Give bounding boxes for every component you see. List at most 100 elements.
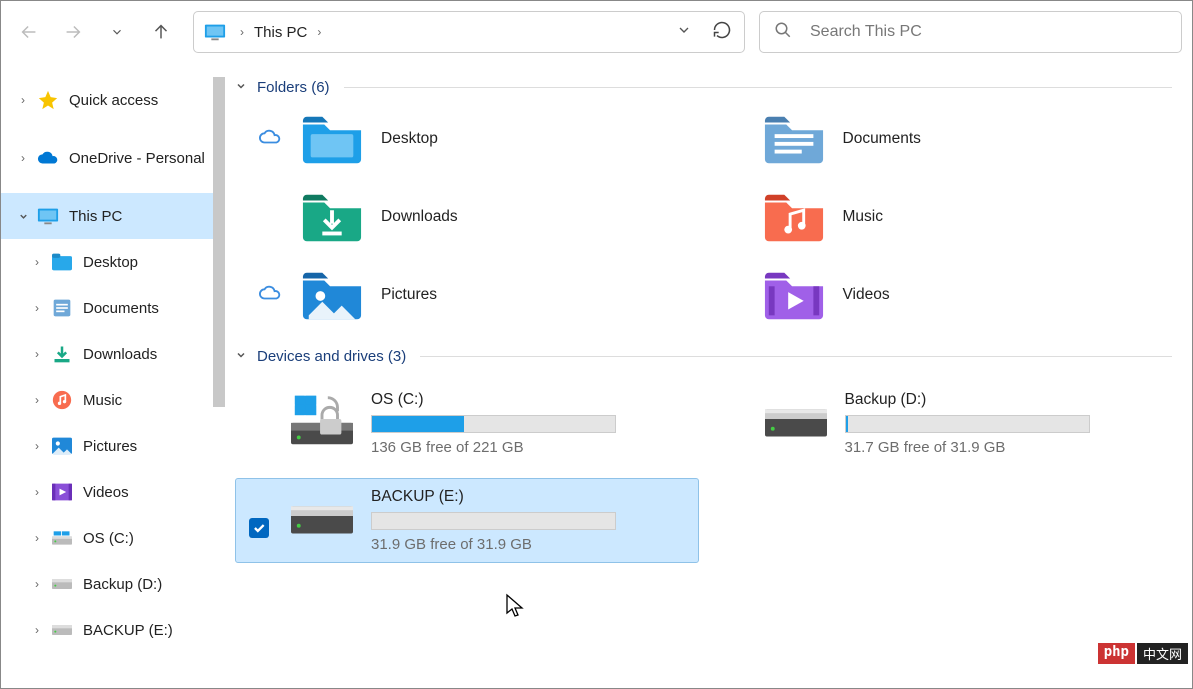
- sidebar-item-documents[interactable]: › Documents: [1, 285, 225, 331]
- chevron-down-icon: [235, 349, 247, 364]
- sidebar-item-label: Backup (D:): [83, 576, 162, 593]
- group-header-folders[interactable]: Folders (6): [235, 79, 1172, 96]
- sidebar-item-desktop[interactable]: › Desktop: [1, 239, 225, 285]
- sidebar-item-label: Music: [83, 392, 122, 409]
- videos-folder-icon: [763, 270, 825, 320]
- drive-free-text: 136 GB free of 221 GB: [371, 439, 685, 456]
- chevron-right-icon[interactable]: ›: [29, 393, 45, 407]
- group-title: Devices and drives: [257, 348, 384, 365]
- sidebar-item-downloads[interactable]: › Downloads: [1, 331, 225, 377]
- breadcrumb-this-pc[interactable]: This PC: [248, 24, 313, 41]
- documents-icon: [763, 114, 825, 164]
- chevron-right-icon[interactable]: ›: [29, 485, 45, 499]
- storage-bar: [371, 512, 616, 530]
- chevron-down-icon: [676, 22, 692, 38]
- storage-fill: [372, 416, 464, 432]
- folder-music[interactable]: Music: [721, 192, 1173, 242]
- videos-icon: [52, 483, 72, 501]
- chevron-right-icon[interactable]: ›: [15, 93, 31, 107]
- sidebar-item-label: OS (C:): [83, 530, 134, 547]
- arrow-right-icon: [62, 21, 84, 43]
- search-input[interactable]: Search This PC: [759, 11, 1182, 53]
- sidebar-item-pictures[interactable]: › Pictures: [1, 423, 225, 469]
- checkbox-checked-icon[interactable]: [249, 518, 269, 538]
- folder-icon: [52, 253, 72, 271]
- group-count: (6): [311, 79, 329, 96]
- folder-documents[interactable]: Documents: [721, 114, 1173, 164]
- chevron-right-icon[interactable]: ›: [29, 623, 45, 637]
- sidebar: › Quick access › OneDrive - Personal Thi…: [1, 63, 225, 688]
- drive-label: OS (C:): [371, 391, 685, 409]
- chevron-down-icon[interactable]: [15, 211, 31, 222]
- storage-bar: [371, 415, 616, 433]
- cloud-icon: [259, 285, 281, 301]
- pictures-icon: [52, 437, 72, 455]
- sidebar-item-onedrive[interactable]: › OneDrive - Personal: [1, 135, 225, 181]
- drive-label: Backup (D:): [845, 391, 1159, 409]
- forward-button[interactable]: [55, 14, 91, 50]
- chevron-right-icon[interactable]: ›: [29, 347, 45, 361]
- group-count: (3): [388, 348, 406, 365]
- folder-downloads[interactable]: Downloads: [259, 192, 711, 242]
- watermark: php 中文网: [1098, 643, 1188, 664]
- chevron-right-icon[interactable]: ›: [15, 151, 31, 165]
- drive-free-text: 31.7 GB free of 31.9 GB: [845, 439, 1159, 456]
- system-drive-icon: [291, 393, 353, 445]
- download-folder-icon: [301, 192, 363, 242]
- sidebar-item-os-c[interactable]: › OS (C:): [1, 515, 225, 561]
- chevron-down-icon: [110, 25, 124, 39]
- group-title: Folders: [257, 79, 307, 96]
- sidebar-item-this-pc[interactable]: This PC: [1, 193, 225, 239]
- chevron-right-icon[interactable]: ›: [29, 439, 45, 453]
- chevron-right-icon[interactable]: ›: [29, 577, 45, 591]
- sidebar-item-label: BACKUP (E:): [83, 622, 173, 639]
- refresh-icon: [712, 20, 732, 40]
- drive-icon: [52, 624, 72, 636]
- arrow-up-icon: [150, 21, 172, 43]
- sidebar-item-label: Pictures: [83, 438, 137, 455]
- refresh-button[interactable]: [698, 14, 734, 51]
- drive-icon: [291, 498, 353, 534]
- back-button[interactable]: [11, 14, 47, 50]
- recent-dropdown[interactable]: [99, 14, 135, 50]
- search-placeholder: Search This PC: [810, 23, 922, 41]
- folder-label: Videos: [843, 286, 890, 304]
- sidebar-item-label: Quick access: [69, 92, 158, 109]
- folder-desktop[interactable]: Desktop: [259, 114, 711, 164]
- sidebar-scrollbar[interactable]: [213, 77, 225, 407]
- drive-free-text: 31.9 GB free of 31.9 GB: [371, 536, 685, 553]
- drive-backup-d[interactable]: Backup (D:) 31.7 GB free of 31.9 GB: [709, 381, 1173, 466]
- storage-bar: [845, 415, 1090, 433]
- music-icon: [52, 390, 72, 410]
- drive-os-c[interactable]: OS (C:) 136 GB free of 221 GB: [235, 381, 699, 466]
- sidebar-item-label: Downloads: [83, 346, 157, 363]
- storage-fill: [846, 416, 848, 432]
- group-header-drives[interactable]: Devices and drives (3): [235, 348, 1172, 365]
- pictures-folder-icon: [301, 270, 363, 320]
- documents-icon: [52, 298, 72, 318]
- chevron-right-icon[interactable]: ›: [29, 531, 45, 545]
- folder-videos[interactable]: Videos: [721, 270, 1173, 320]
- sidebar-item-label: OneDrive - Personal: [69, 150, 205, 167]
- sidebar-item-backup-e[interactable]: › BACKUP (E:): [1, 607, 225, 653]
- sidebar-item-label: This PC: [69, 208, 122, 225]
- drive-icon: [52, 531, 72, 545]
- chevron-right-icon[interactable]: ›: [29, 255, 45, 269]
- sidebar-item-quick-access[interactable]: › Quick access: [1, 77, 225, 123]
- folder-pictures[interactable]: Pictures: [259, 270, 711, 320]
- address-dropdown[interactable]: [670, 16, 698, 49]
- sidebar-item-label: Videos: [83, 484, 129, 501]
- sidebar-item-videos[interactable]: › Videos: [1, 469, 225, 515]
- folder-label: Documents: [843, 130, 921, 148]
- folder-label: Pictures: [381, 286, 437, 304]
- sidebar-item-music[interactable]: › Music: [1, 377, 225, 423]
- up-button[interactable]: [143, 14, 179, 50]
- watermark-text: 中文网: [1137, 643, 1188, 664]
- address-bar[interactable]: › This PC ›: [193, 11, 745, 53]
- chevron-right-icon[interactable]: ›: [29, 301, 45, 315]
- drive-icon: [765, 401, 827, 437]
- watermark-text: php: [1098, 643, 1135, 664]
- drive-backup-e[interactable]: BACKUP (E:) 31.9 GB free of 31.9 GB: [235, 478, 699, 563]
- chevron-right-icon: ›: [236, 25, 248, 39]
- sidebar-item-backup-d[interactable]: › Backup (D:): [1, 561, 225, 607]
